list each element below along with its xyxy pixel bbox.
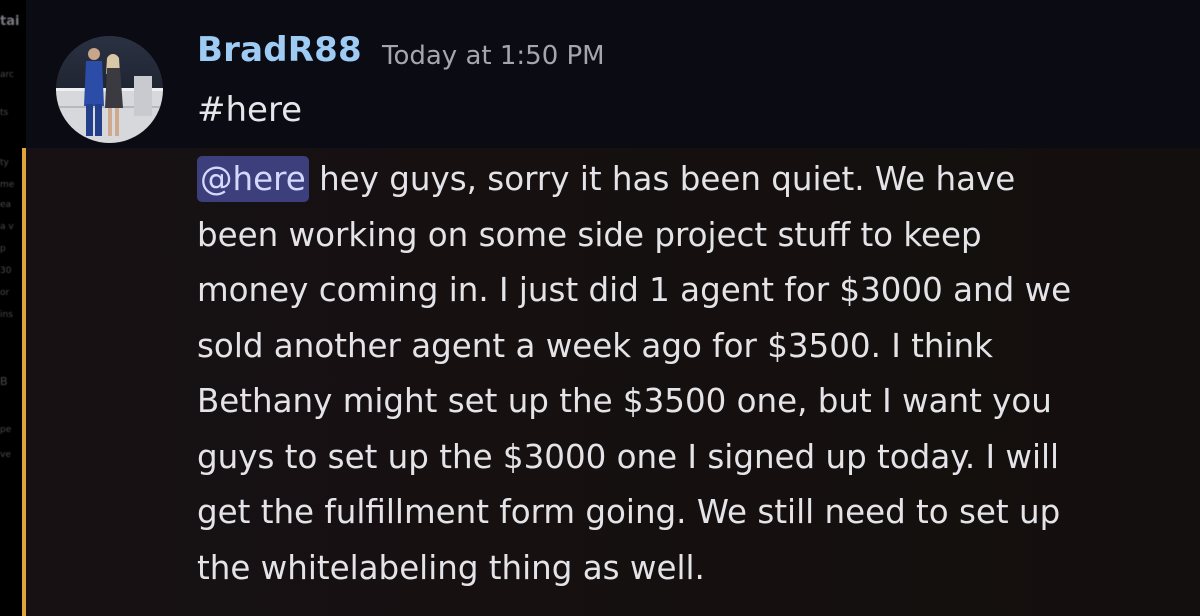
chat-screen: tai arc ts ty me ea a v p 30 or ins B pe… — [0, 0, 1200, 616]
message-body: @here hey guys, sorry it has been quiet.… — [197, 152, 1172, 596]
message-line: money coming in. I just did 1 agent for … — [197, 271, 1072, 309]
avatar[interactable] — [56, 36, 163, 143]
message-line-text: hey guys, sorry it has been quiet. We ha… — [308, 160, 1016, 198]
message-line: guys to set up the $3000 one I signed up… — [197, 437, 1060, 476]
message-author[interactable]: BradR88 — [197, 30, 362, 70]
message-line: get the fulfillment form going. We still… — [197, 493, 1061, 531]
message-text-first-line: #here — [197, 90, 303, 130]
message-line: @here hey guys, sorry it has been quiet.… — [197, 152, 1172, 208]
message-line: Bethany might set up the $3500 one, but … — [197, 382, 1052, 420]
message-line: the whitelabeling thing as well. — [197, 548, 705, 587]
avatar-photo — [56, 36, 163, 143]
message-timestamp: Today at 1:50 PM — [382, 41, 605, 71]
mention-here[interactable]: @here — [197, 156, 309, 202]
message-line: been working on some side project stuff … — [197, 215, 982, 254]
mention-highlight-bar — [22, 148, 26, 616]
message-line: sold another agent a week ago for $3500.… — [197, 326, 993, 365]
